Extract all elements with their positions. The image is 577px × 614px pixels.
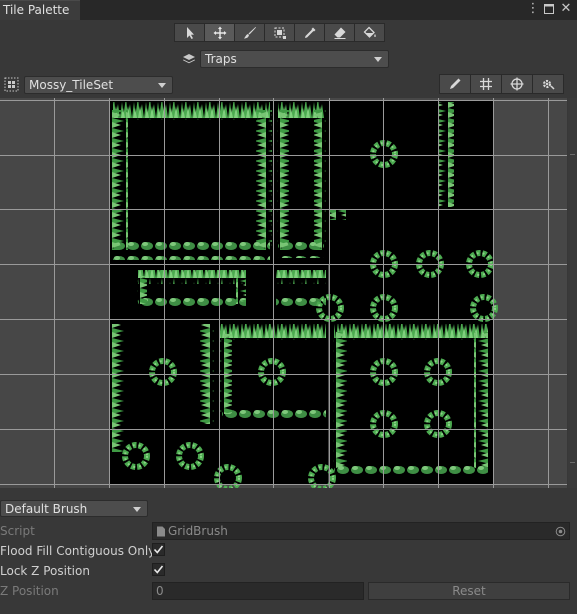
- gizmo-toggle-button[interactable]: [501, 74, 533, 94]
- palette-dropdown[interactable]: Mossy_TileSet: [24, 76, 173, 94]
- eraser-icon: [334, 27, 345, 39]
- chevron-down-icon: [374, 57, 382, 62]
- brush-dropdown[interactable]: Default Brush: [0, 500, 148, 517]
- script-field: GridBrush: [152, 522, 570, 540]
- grid-toggle-button[interactable]: [470, 74, 502, 94]
- window-title: Tile Palette: [3, 3, 70, 17]
- edit-palette-button[interactable]: [439, 74, 471, 94]
- palette-settings-button[interactable]: [532, 74, 564, 94]
- script-label: Script: [0, 524, 35, 538]
- chevron-down-icon: [158, 83, 166, 88]
- paint-tool-button[interactable]: [234, 23, 265, 42]
- close-icon[interactable]: ✕: [557, 0, 575, 18]
- paint-toolbar: [174, 23, 396, 43]
- box-fill-icon: [274, 27, 286, 39]
- z-position-value: 0: [156, 584, 164, 598]
- tile-palette-grid[interactable]: [0, 98, 567, 488]
- picker-tool-button[interactable]: [294, 23, 325, 42]
- active-target-dropdown[interactable]: Traps: [200, 50, 389, 68]
- paint-brush-icon: [243, 26, 256, 38]
- window-tab[interactable]: Tile Palette: [0, 0, 80, 20]
- lock-z-checkbox[interactable]: [152, 563, 165, 576]
- fill-tool-button[interactable]: [354, 23, 385, 42]
- select-tool-button[interactable]: [174, 23, 205, 42]
- lock-z-label: Lock Z Position: [0, 564, 90, 578]
- brush-name: Default Brush: [5, 502, 88, 516]
- gizmo-icon: [510, 77, 524, 91]
- grid-toggle-icon: [480, 78, 492, 90]
- script-value: GridBrush: [168, 524, 228, 538]
- flood-fill-label: Flood Fill Contiguous Only: [0, 544, 156, 558]
- palette-edit-tools: [439, 74, 567, 94]
- active-target-label: Traps: [205, 52, 237, 66]
- z-position-label: Z Position: [0, 584, 59, 598]
- picker-icon: [304, 27, 315, 38]
- fill-bucket-icon: [363, 26, 376, 38]
- move-tool-button[interactable]: [204, 23, 235, 42]
- flood-fill-checkbox[interactable]: [152, 543, 165, 556]
- object-picker-icon[interactable]: [555, 526, 566, 537]
- edit-pencil-icon: [450, 78, 461, 89]
- eraser-tool-button[interactable]: [324, 23, 355, 42]
- title-bar: Tile Palette ⋮ ✕: [0, 0, 577, 20]
- layers-icon: [183, 54, 195, 64]
- palette-scrollbar[interactable]: [568, 98, 577, 488]
- chevron-down-icon: [133, 507, 141, 512]
- z-position-field[interactable]: 0: [152, 582, 364, 600]
- checkmark-icon: [153, 565, 164, 574]
- settings-gear-icon: [542, 79, 555, 90]
- box-fill-tool-button[interactable]: [264, 23, 295, 42]
- reset-button[interactable]: Reset: [368, 582, 570, 600]
- select-icon: [186, 26, 194, 39]
- tile-grid-canvas: [0, 98, 567, 488]
- tile-palette-icon: [4, 77, 19, 92]
- palette-name: Mossy_TileSet: [29, 78, 114, 92]
- checkmark-icon: [153, 545, 164, 554]
- script-file-icon: [157, 526, 165, 537]
- move-icon: [213, 26, 226, 39]
- maximize-icon[interactable]: [540, 0, 558, 18]
